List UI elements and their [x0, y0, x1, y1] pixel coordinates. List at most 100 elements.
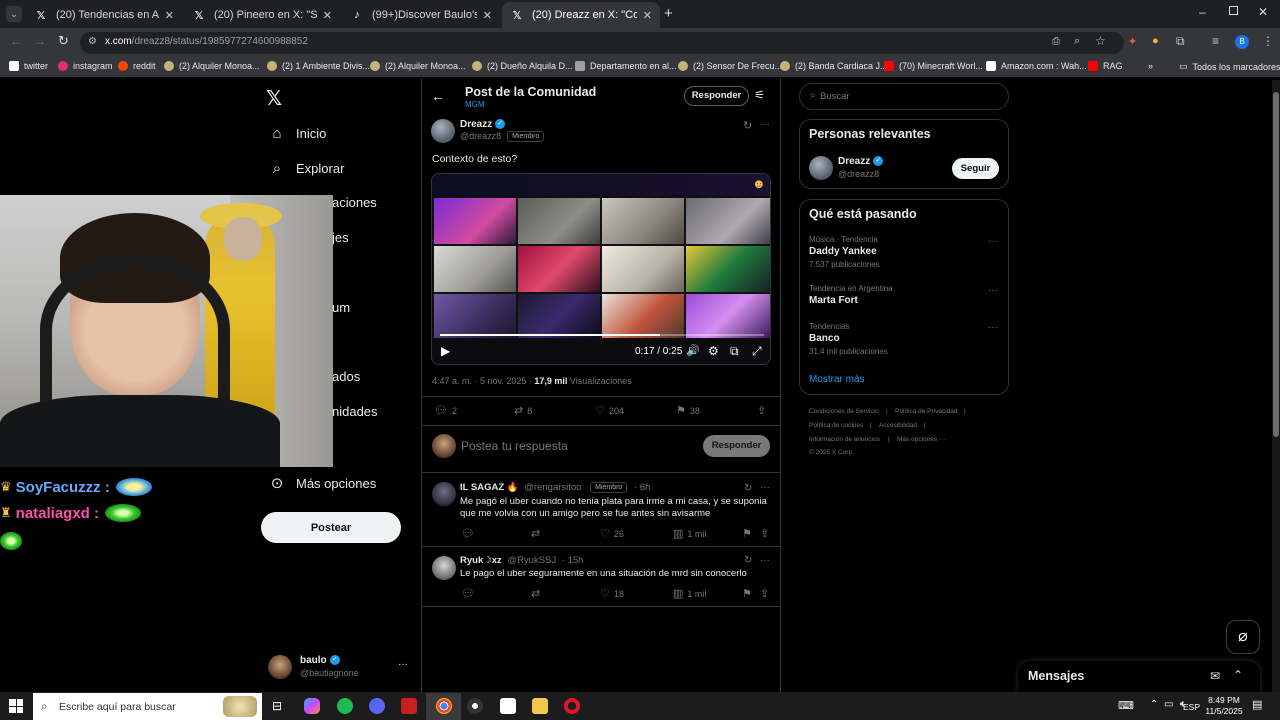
opera-icon[interactable]	[564, 698, 580, 714]
keyboard-icon[interactable]: ⌨	[1118, 699, 1134, 712]
network-icon[interactable]: ▭	[1164, 699, 1173, 710]
trend-more-icon[interactable]: ···	[988, 285, 998, 296]
close-tab-icon[interactable]: ✕	[643, 9, 652, 22]
browser-tab[interactable]: 𝕏 (20) Pineero en X: "Se desvirtu ✕	[184, 2, 340, 28]
bookmark-item[interactable]: (2) Alquiler Monoa...	[370, 61, 466, 71]
repost-action[interactable]: ⇄	[531, 587, 544, 600]
repost-action[interactable]: ⇄ 8	[514, 404, 532, 417]
bookmark-item[interactable]: (2) 1 Ambiente Divis...	[267, 61, 370, 71]
reply-input[interactable]: Postea tu respuesta	[461, 439, 568, 453]
grok-icon[interactable]: ↻	[744, 555, 752, 566]
post-button[interactable]: Postear	[261, 512, 401, 543]
nav-notifications[interactable]: aciones	[332, 195, 377, 210]
bookmark-item[interactable]: reddit	[118, 61, 156, 71]
footer-ads-link[interactable]: Información de anuncios	[809, 436, 880, 443]
language-indicator[interactable]: ESP	[1183, 702, 1200, 712]
notification-center-icon[interactable]: ▤	[1252, 698, 1262, 711]
obs-icon[interactable]	[467, 698, 483, 714]
trend-item[interactable]: Música · Tendencia Daddy Yankee 7.537 pu…	[809, 235, 880, 269]
reply-submit-button[interactable]: Responder	[703, 435, 770, 457]
close-tab-icon[interactable]: ✕	[165, 9, 174, 22]
install-app-icon[interactable]: ⎙	[1052, 36, 1060, 47]
x-logo-icon[interactable]: 𝕏	[266, 86, 282, 111]
share-action[interactable]: ⇪	[760, 587, 773, 600]
capcut-icon[interactable]	[500, 698, 516, 714]
share-action[interactable]: ⇪	[757, 404, 770, 417]
grok-floating-button[interactable]: ⌀	[1226, 620, 1260, 654]
footer-cookies-link[interactable]: Política de cookies	[809, 422, 863, 429]
bookmark-item[interactable]: (70) Minecraft Worl...	[884, 61, 983, 71]
avatar[interactable]	[809, 156, 833, 180]
site-info-icon[interactable]: ⚙	[88, 36, 97, 47]
browser-tab[interactable]: 𝕏 (20) Tendencias en Argentina en ✕	[26, 2, 182, 28]
task-view-icon[interactable]: ⊟	[272, 699, 282, 713]
dock-icon[interactable]: ⧉	[730, 344, 739, 359]
like-action[interactable]: ♡ 18	[600, 587, 624, 600]
back-icon[interactable]: ←	[10, 34, 22, 48]
avatar[interactable]	[268, 655, 292, 679]
settings-gear-icon[interactable]: ⚙	[708, 344, 719, 358]
relevant-user[interactable]: Dreazz ✓ @dreazz8	[838, 156, 884, 179]
puzzle-icon[interactable]: ⧉	[1176, 34, 1185, 49]
views-action[interactable]: ▥ 1 mil	[673, 527, 706, 540]
messages-drawer[interactable]: Mensajes ✉ ⌃	[1018, 661, 1260, 692]
trend-item[interactable]: Tendencias Banco 31,4 mil publicaciones	[809, 322, 888, 356]
new-tab-button[interactable]: +	[664, 5, 673, 22]
repost-action[interactable]: ⇄	[531, 527, 544, 540]
trend-item[interactable]: Tendencia en Argentina Marta Fort	[809, 284, 893, 306]
forward-icon[interactable]: →	[34, 34, 46, 48]
bookmark-action[interactable]: ⚑	[742, 527, 756, 540]
zoom-icon[interactable]: ⌕	[1074, 35, 1080, 48]
browser-tab[interactable]: ♪ (99+)Discover Baulo's Formidab ✕	[342, 2, 500, 28]
reply-action[interactable]: 💬︎	[461, 527, 479, 540]
nav-home[interactable]: ⌂ Inicio	[268, 125, 326, 142]
nav-explore[interactable]: ⌕ Explorar	[268, 160, 345, 177]
bookmark-item[interactable]: (2) Alquiler Monoa...	[164, 61, 260, 71]
spotify-icon[interactable]	[337, 698, 353, 714]
bookmark-action[interactable]: ⚑ 38	[676, 404, 700, 417]
extension-icon[interactable]: ✦	[1128, 35, 1137, 48]
footer-privacy-link[interactable]: Política de Privacidad	[895, 408, 958, 415]
url-text[interactable]: x.com/dreazz8/status/1985977274600988852	[105, 36, 308, 47]
minimize-button[interactable]: –	[1199, 5, 1206, 19]
taskbar-search[interactable]: ⌕ Escribe aquí para buscar	[33, 693, 262, 720]
account-menu-icon[interactable]: ···	[398, 659, 408, 670]
filter-sliders-icon[interactable]: ⚟	[754, 88, 765, 102]
close-tab-icon[interactable]: ✕	[323, 9, 332, 22]
nav-messages[interactable]: jes	[332, 230, 349, 245]
fullscreen-icon[interactable]: ⤢	[752, 344, 762, 359]
grok-icon[interactable]: ↻	[744, 483, 752, 494]
media-icon[interactable]: ≡	[1212, 34, 1219, 48]
chrome-icon[interactable]	[436, 698, 452, 714]
bookmark-item[interactable]: instagram	[58, 61, 113, 71]
tab-search-button[interactable]: ⌄	[6, 6, 22, 22]
bookmark-action[interactable]: ⚑	[742, 587, 756, 600]
close-window-button[interactable]: ✕	[1258, 5, 1268, 19]
footer-accessibility-link[interactable]: Accesibilidad	[879, 422, 917, 429]
avatar[interactable]	[432, 556, 456, 580]
clock[interactable]: 8:49 PM 11/5/2025	[1203, 695, 1245, 717]
post-more-icon[interactable]: ···	[760, 119, 770, 130]
back-arrow-icon[interactable]: ←	[431, 88, 445, 104]
bookmark-item[interactable]: (2) Sensor De Frecu...	[678, 61, 782, 71]
community-name[interactable]: MGM	[465, 100, 485, 109]
bookmarks-overflow-icon[interactable]: »	[1148, 61, 1153, 71]
extension-icon[interactable]: ●	[1152, 35, 1159, 47]
reply-more-icon[interactable]: ···	[760, 555, 770, 566]
avatar[interactable]	[431, 119, 455, 143]
reply-action[interactable]: 💬︎ 2	[434, 404, 457, 417]
scrollbar-thumb[interactable]	[1273, 92, 1279, 437]
play-icon[interactable]: ▶	[441, 344, 450, 358]
nav-bookmarks[interactable]: ados	[332, 369, 360, 384]
restore-button[interactable]	[1229, 6, 1238, 15]
bookmark-item[interactable]: (2) Banda Cardiaca J...	[780, 61, 888, 71]
video-player[interactable]: ☻ ▶ 0:17 / 0:25 🔊 ⚙ ⧉ ⤢	[431, 173, 771, 365]
account-switcher[interactable]: baulo ✓ @bautiagnone	[300, 655, 359, 678]
like-action[interactable]: ♡ 26	[600, 527, 624, 540]
share-action[interactable]: ⇪	[760, 527, 773, 540]
volume-icon[interactable]: 🔊	[686, 344, 700, 357]
search-input[interactable]: ⌕ Buscar	[799, 83, 1009, 110]
nav-premium[interactable]: um	[332, 300, 350, 315]
show-more-link[interactable]: Mostrar más	[809, 374, 865, 385]
nav-more[interactable]: ⊙ Más opciones	[268, 474, 377, 492]
